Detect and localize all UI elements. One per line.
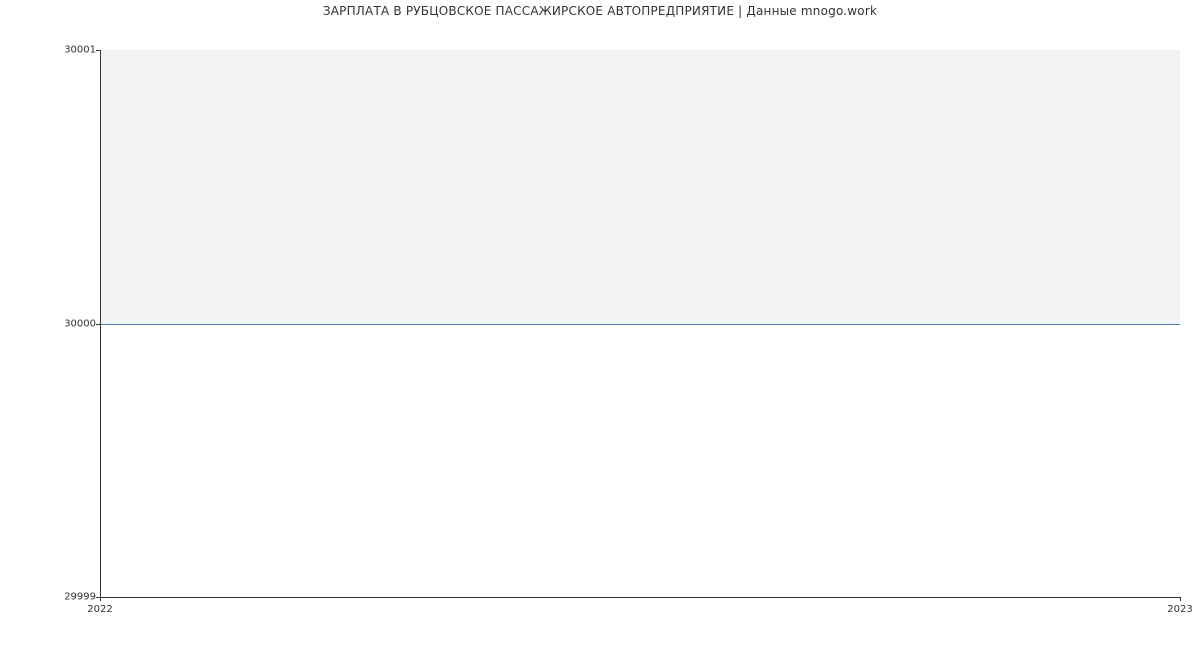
chart-title: ЗАРПЛАТА В РУБЦОВСКОЕ ПАССАЖИРСКОЕ АВТОП… xyxy=(0,4,1200,18)
series-line xyxy=(101,324,1180,325)
y-tick-label: 29999 xyxy=(6,592,96,603)
x-tick-label: 2022 xyxy=(87,604,112,615)
chart-grid-band xyxy=(101,50,1180,324)
y-tick-label: 30000 xyxy=(6,318,96,329)
y-tick-mark xyxy=(96,324,100,325)
x-tick-mark xyxy=(1180,597,1181,601)
y-tick-label: 30001 xyxy=(6,45,96,56)
y-tick-mark xyxy=(96,50,100,51)
x-axis-line xyxy=(100,597,1180,598)
salary-line-chart: ЗАРПЛАТА В РУБЦОВСКОЕ ПАССАЖИРСКОЕ АВТОП… xyxy=(0,0,1200,650)
x-tick-mark xyxy=(100,597,101,601)
x-tick-label: 2023 xyxy=(1167,604,1192,615)
y-axis-line xyxy=(100,50,101,597)
